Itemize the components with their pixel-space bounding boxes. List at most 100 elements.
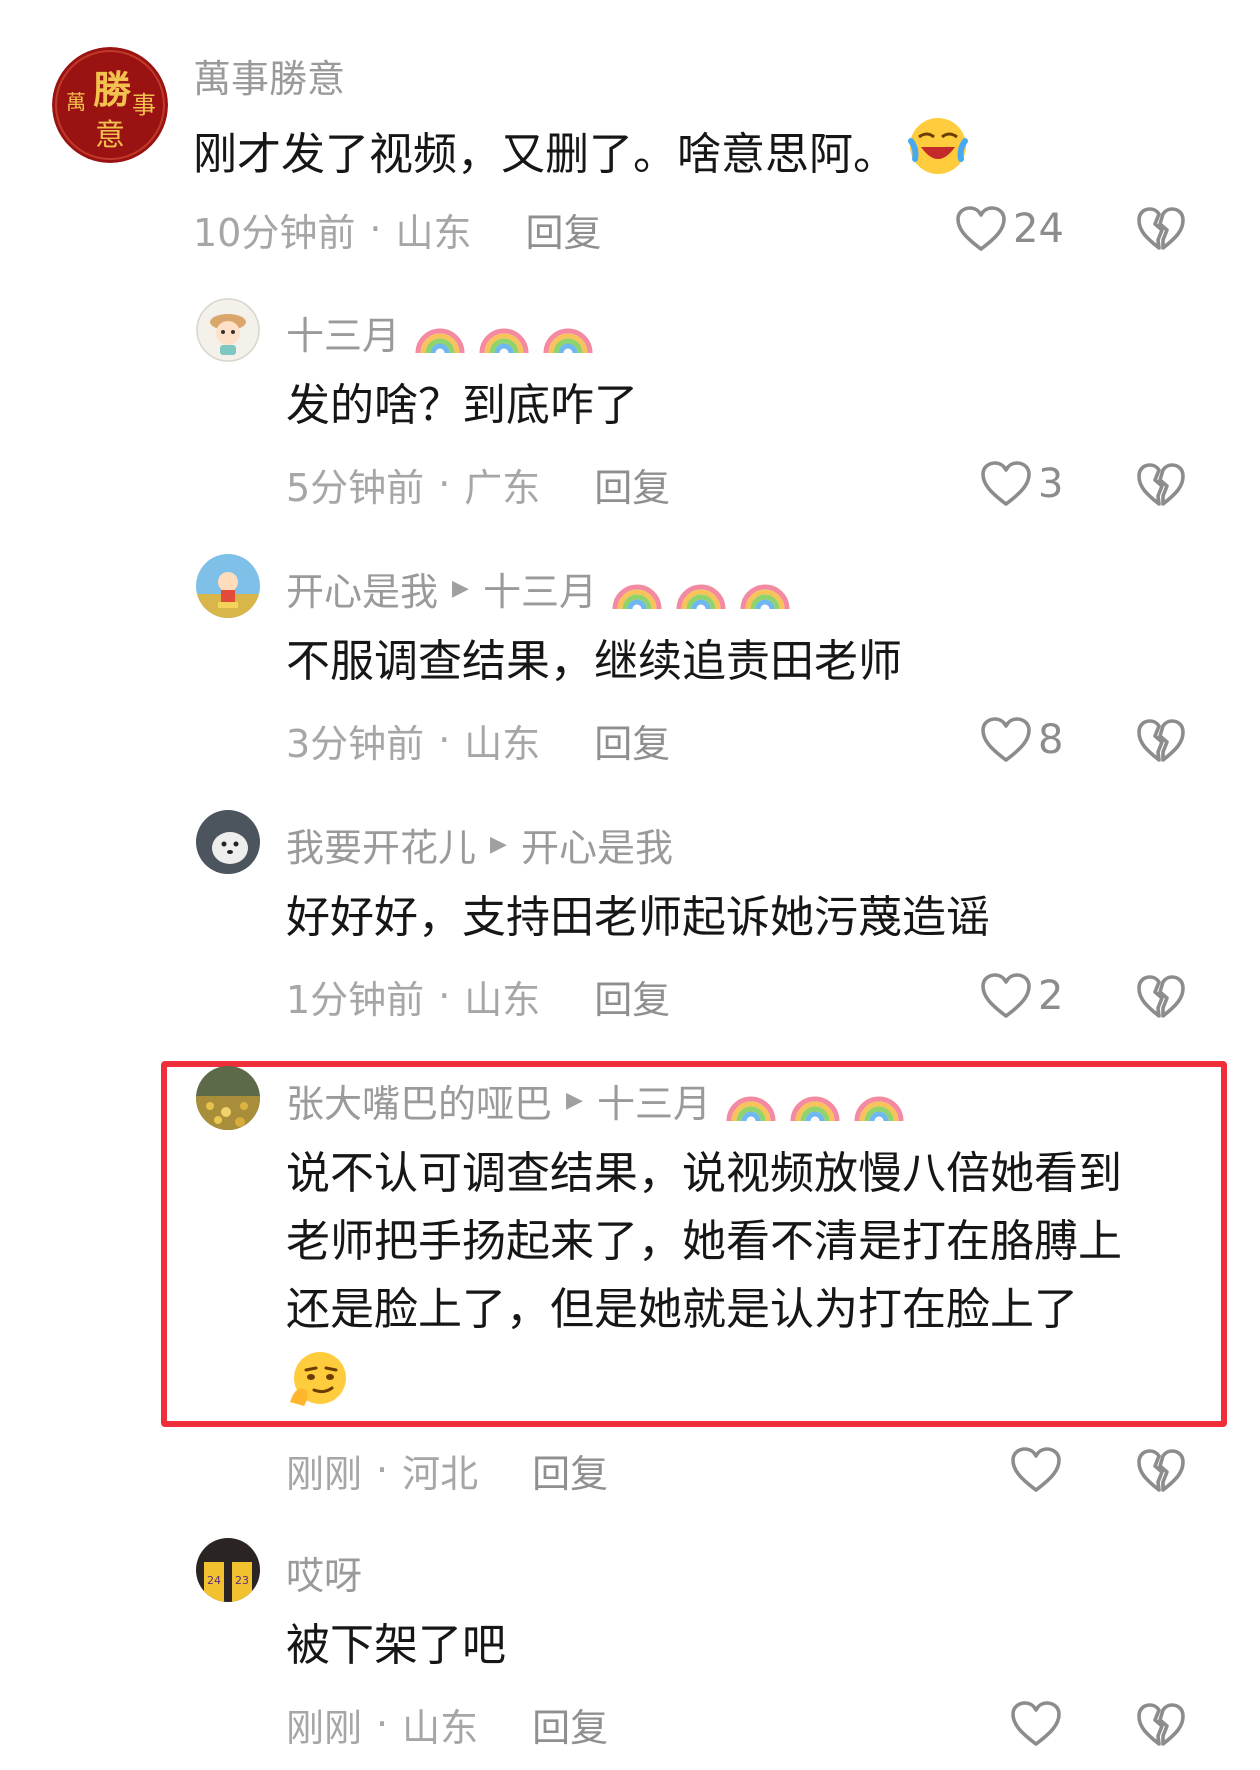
comment-username-row: 萬事勝意 — [193, 47, 345, 103]
location: 山东 — [395, 210, 472, 255]
reply-button[interactable]: 回复 — [532, 1443, 608, 1498]
username[interactable]: 哎呀 — [286, 1545, 362, 1600]
comment-meta: 10分钟前 · 山东 回复 — [193, 201, 601, 257]
rainbow-emoji — [542, 309, 594, 355]
rainbow-emoji-group — [725, 1077, 917, 1123]
reply-to-username[interactable]: 十三月 — [597, 1073, 711, 1128]
timestamp: 刚刚 — [286, 1451, 363, 1496]
comment-text-content: 不服调查结果，继续追责田老师 — [286, 636, 902, 687]
comment-meta: 刚刚 · 山东 回复 — [286, 1696, 608, 1752]
username[interactable]: 张大嘴巴的哑巴 — [286, 1073, 552, 1128]
username[interactable]: 开心是我 — [286, 561, 438, 616]
heart-outline-icon — [980, 972, 1032, 1020]
avatar[interactable]: 勝 萬 事 意 — [52, 47, 168, 163]
timestamp: 刚刚 — [286, 1705, 363, 1750]
comment-text-line: 说不认可调查结果，说视频放慢八倍她看到 — [286, 1148, 1122, 1199]
timestamp: 3分钟前 — [286, 721, 425, 766]
heart-outline-icon — [955, 205, 1007, 253]
comment-meta: 1分钟前 · 山东 回复 — [286, 968, 670, 1024]
avatar-char: 勝 — [93, 67, 132, 112]
comment-text: 发的啥？到底咋了 — [286, 372, 638, 440]
comment-username-row: 开心是我 ▶ 十三月 — [286, 560, 803, 616]
rainbow-emoji-group — [414, 309, 606, 355]
comment-text-line: 还是脸上了，但是她就是认为打在脸上了 — [286, 1284, 1078, 1335]
timestamp: 5分钟前 — [286, 465, 425, 510]
comment-meta: 刚刚 · 河北 回复 — [286, 1442, 608, 1498]
rainbow-emoji — [789, 1077, 841, 1123]
separator: · — [438, 462, 451, 506]
comment-text: 好好好，支持田老师起诉她污蔑造谣 — [286, 884, 990, 952]
rainbow-emoji-group — [611, 565, 803, 611]
separator: · — [376, 1448, 389, 1492]
smirk-thinking-emoji — [290, 1352, 346, 1406]
reply-button[interactable]: 回复 — [532, 1697, 608, 1752]
like-count: 2 — [1038, 973, 1064, 1019]
location: 山东 — [402, 1705, 479, 1750]
like-button[interactable]: 3 — [980, 456, 1063, 512]
heart-outline-icon — [980, 716, 1032, 764]
rainbow-emoji — [414, 309, 466, 355]
location: 山东 — [464, 721, 541, 766]
play-triangle-icon: ▶ — [452, 575, 469, 601]
emoji-line — [286, 1344, 1122, 1412]
jersey-number: 23 — [235, 1574, 249, 1587]
like-count: 8 — [1038, 717, 1064, 763]
heart-outline-icon — [1010, 1700, 1062, 1748]
comment-username-row: 十三月 — [286, 304, 606, 360]
comment-text-content: 被下架了吧 — [286, 1620, 506, 1671]
heart-outline-icon — [980, 460, 1032, 508]
avatar-char: 事 — [132, 91, 156, 119]
rainbow-emoji — [725, 1077, 777, 1123]
avatar[interactable] — [196, 1066, 260, 1130]
timestamp: 10分钟前 — [193, 210, 356, 255]
like-count: 24 — [1013, 206, 1064, 252]
play-triangle-icon: ▶ — [566, 1087, 583, 1113]
broken-heart-icon[interactable] — [1136, 716, 1186, 766]
comment-text-content: 好好好，支持田老师起诉她污蔑造谣 — [286, 892, 990, 943]
reply-button[interactable]: 回复 — [594, 713, 670, 768]
jersey-number: 24 — [207, 1574, 221, 1587]
broken-heart-icon[interactable] — [1136, 460, 1186, 510]
rainbow-emoji — [853, 1077, 905, 1123]
comment-username-row: 哎呀 — [286, 1544, 362, 1600]
avatar[interactable] — [196, 810, 260, 874]
username[interactable]: 我要开花儿 — [286, 817, 476, 872]
comment-text: 说不认可调查结果，说视频放慢八倍她看到 老师把手扬起来了，她看不清是打在胳膊上 … — [286, 1140, 1122, 1412]
reply-button[interactable]: 回复 — [525, 202, 601, 257]
comment-text-content: 刚才发了视频，又删了。啥意思阿。 — [193, 129, 897, 180]
reply-button[interactable]: 回复 — [594, 457, 670, 512]
username[interactable]: 十三月 — [286, 305, 400, 360]
reply-button[interactable]: 回复 — [594, 969, 670, 1024]
avatar[interactable]: 24 23 — [196, 1538, 260, 1602]
broken-heart-icon[interactable] — [1136, 1446, 1186, 1496]
avatar[interactable] — [196, 298, 260, 362]
like-button[interactable]: 24 — [955, 201, 1064, 257]
laughing-crying-emoji — [908, 118, 968, 174]
rainbow-emoji — [739, 565, 791, 611]
avatar[interactable] — [196, 554, 260, 618]
comment-username-row: 我要开花儿 ▶ 开心是我 — [286, 816, 673, 872]
reply-to-username[interactable]: 十三月 — [483, 561, 597, 616]
broken-heart-icon[interactable] — [1136, 204, 1186, 254]
like-button[interactable]: 8 — [980, 712, 1063, 768]
broken-heart-icon[interactable] — [1136, 1700, 1186, 1750]
username[interactable]: 萬事勝意 — [193, 48, 345, 103]
like-button[interactable] — [1010, 1696, 1062, 1752]
avatar-char: 意 — [95, 118, 125, 153]
location: 广东 — [464, 465, 541, 510]
location: 河北 — [402, 1451, 479, 1496]
like-count: 3 — [1038, 461, 1064, 507]
reply-to-username[interactable]: 开心是我 — [521, 817, 673, 872]
rainbow-emoji — [611, 565, 663, 611]
like-button[interactable]: 2 — [980, 968, 1063, 1024]
rainbow-emoji — [675, 565, 727, 611]
separator: · — [369, 207, 382, 251]
comment-text-line: 老师把手扬起来了，她看不清是打在胳膊上 — [286, 1216, 1122, 1267]
broken-heart-icon[interactable] — [1136, 972, 1186, 1022]
comment-text: 被下架了吧 — [286, 1612, 506, 1680]
like-button[interactable] — [1010, 1442, 1062, 1498]
comment-username-row: 张大嘴巴的哑巴 ▶ 十三月 — [286, 1072, 917, 1128]
heart-outline-icon — [1010, 1446, 1062, 1494]
avatar-char: 萬 — [66, 90, 86, 114]
play-triangle-icon: ▶ — [490, 831, 507, 857]
